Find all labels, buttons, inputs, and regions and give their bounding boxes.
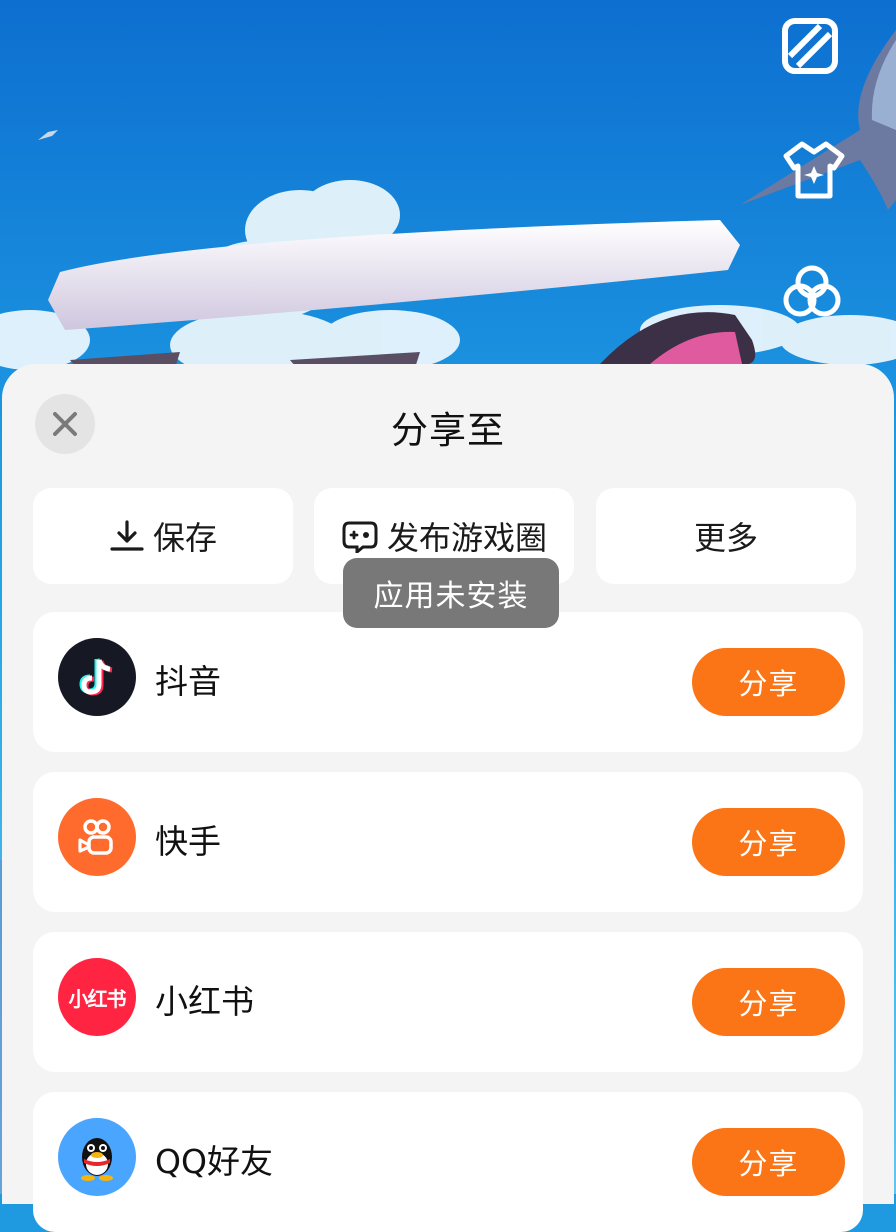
app-name: 抖音 [155,662,221,701]
circles-icon[interactable] [782,262,844,324]
xiaohongshu-icon: 小红书 [58,958,136,1036]
publish-game-circle-label: 发布游戏圈 [386,519,547,557]
save-label: 保存 [152,519,217,557]
share-row-qq: QQ好友 分享 [33,1092,863,1232]
share-button[interactable]: 分享 [692,968,845,1036]
more-button[interactable]: 更多 [596,488,856,584]
sheet-title: 分享至 [391,409,505,452]
share-sheet: 分享至 保存 发布游戏圈 更多 抖音 分享 快手 分享 小红书 小红书 分享 Q… [2,364,894,1232]
more-label: 更多 [693,519,758,557]
save-button[interactable]: 保存 [33,488,293,584]
outfit-icon[interactable] [782,140,845,202]
gamepad-icon [341,519,379,553]
app-name: 快手 [155,822,221,861]
download-icon [109,519,145,553]
share-button[interactable]: 分享 [692,808,845,876]
share-button[interactable]: 分享 [692,1128,845,1196]
xiaohongshu-icon-text: 小红书 [68,986,127,1011]
share-button[interactable]: 分享 [692,648,845,716]
douyin-icon [58,638,136,716]
qq-icon [58,1118,136,1196]
app-name: QQ好友 [155,1142,273,1181]
layout-toggle-icon[interactable] [782,18,844,80]
share-row-xiaohongshu: 小红书 小红书 分享 [33,932,863,1072]
share-row-kuaishou: 快手 分享 [33,772,863,912]
toast-message: 应用未安装 [343,558,559,628]
share-row-douyin: 抖音 分享 [33,612,863,752]
kuaishou-icon [58,798,136,876]
app-name: 小红书 [155,982,254,1021]
